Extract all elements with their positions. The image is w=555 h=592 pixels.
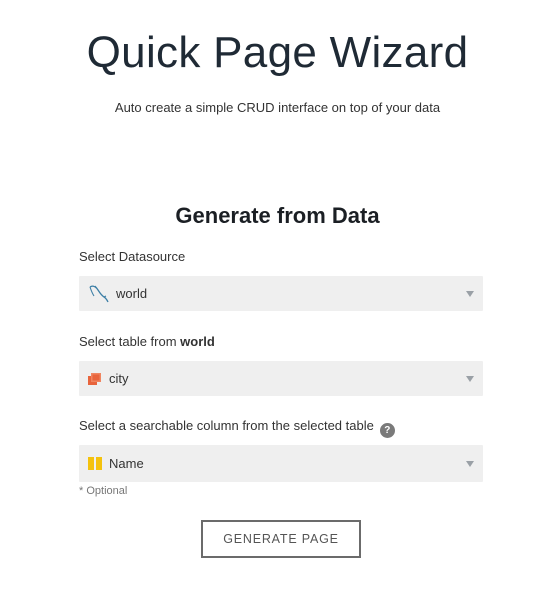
datasource-value: world	[116, 286, 148, 301]
optional-note: * Optional	[79, 485, 128, 497]
table-icon	[88, 372, 102, 385]
page-title: Quick Page Wizard	[86, 28, 469, 77]
table-label: Select table from world	[79, 334, 215, 349]
column-icon	[88, 457, 102, 470]
mysql-dolphin-icon	[88, 284, 110, 304]
section-title: Generate from Data	[175, 203, 380, 228]
datasource-label: Select Datasource	[79, 249, 186, 264]
help-icon[interactable]: ?	[379, 423, 395, 438]
table-value: city	[109, 371, 129, 386]
chevron-down-icon	[466, 460, 474, 467]
table-select[interactable]: city	[79, 361, 483, 396]
column-value: Name	[109, 456, 144, 471]
quick-page-wizard: Quick Page Wizard Auto create a simple C…	[0, 0, 555, 592]
chevron-down-icon	[466, 375, 474, 382]
table-label-prefix: Select table from	[79, 334, 181, 349]
datasource-select[interactable]: world	[79, 276, 483, 311]
column-label-text: Select a searchable column from the sele…	[79, 418, 374, 433]
chevron-down-icon	[466, 290, 474, 297]
table-label-datasource: world	[180, 334, 215, 349]
column-label: Select a searchable column from the sele…	[79, 418, 395, 438]
page-subtitle: Auto create a simple CRUD interface on t…	[114, 100, 441, 115]
column-select[interactable]: Name	[79, 445, 483, 482]
generate-page-button[interactable]: GENERATE PAGE	[201, 520, 361, 558]
